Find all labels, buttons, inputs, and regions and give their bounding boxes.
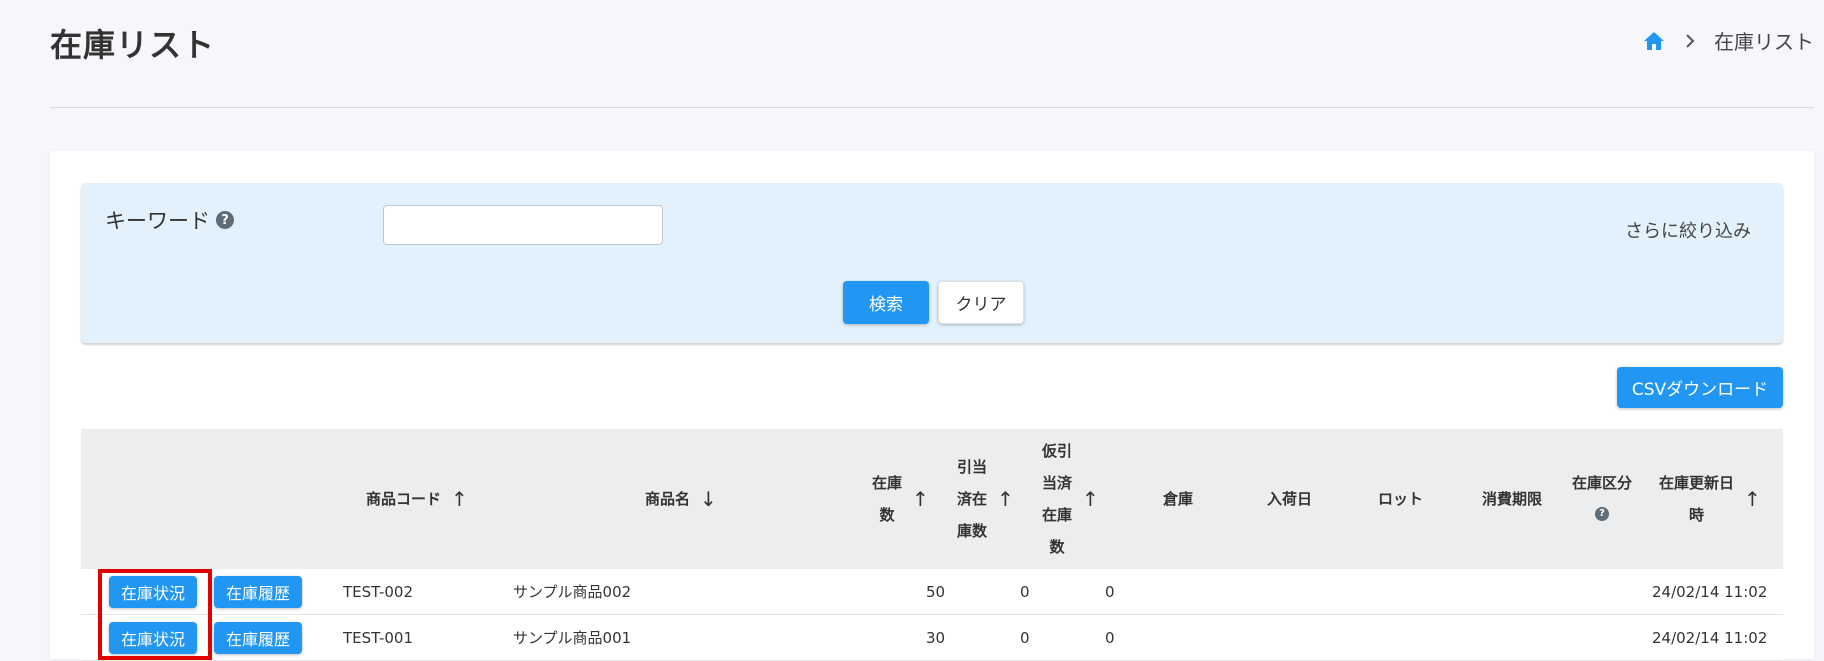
cell-temp: 0 [1105, 582, 1115, 601]
sort-up-icon[interactable]: ↑ [912, 483, 929, 515]
cell-name: サンプル商品001 [513, 629, 632, 647]
th-arrival-date: 入荷日 [1267, 490, 1313, 508]
th-product-code[interactable]: 商品コード ↑ [366, 483, 468, 515]
home-icon[interactable] [1642, 30, 1666, 52]
sort-up-icon[interactable]: ↑ [451, 483, 468, 515]
sort-up-icon[interactable]: ↑ [1744, 483, 1761, 515]
table-row: 在庫状況 在庫履歴 TEST-001 サンプル商品001 30 0 0 24/0… [81, 615, 1783, 661]
sort-up-icon[interactable]: ↑ [997, 483, 1014, 515]
th-allocated-qty[interactable]: 引当 済在 庫数 ↑ [957, 451, 1014, 547]
stock-status-button[interactable]: 在庫状況 [109, 575, 198, 608]
main-card: キーワード ? さらに絞り込み 検索 クリア CSVダウンロード 商品コード ↑… [50, 151, 1814, 661]
th-stock-type: 在庫区分 ? [1572, 474, 1633, 521]
cell-updated: 24/02/14 11:02 [1652, 582, 1768, 601]
sort-up-icon[interactable]: ↑ [1082, 483, 1099, 515]
cell-temp: 0 [1105, 628, 1115, 647]
th-stock-qty[interactable]: 在庫 数 ↑ [872, 467, 929, 531]
page-title: 在庫リスト [50, 26, 216, 64]
help-circle-icon[interactable]: ? [1595, 507, 1609, 521]
cell-code: TEST-001 [343, 628, 413, 647]
inventory-table: 商品コード ↑ 商品名 ↓ 在庫 数 ↑ 引当 済在 庫数 ↑ 仮引 当済 在庫… [81, 429, 1783, 661]
cell-updated: 24/02/14 11:02 [1652, 628, 1768, 647]
breadcrumb: 在庫リスト [1642, 26, 1814, 55]
help-circle-icon[interactable]: ? [216, 211, 234, 229]
cell-stock: 50 [926, 582, 946, 601]
stock-history-button[interactable]: 在庫履歴 [214, 621, 303, 654]
stock-history-button[interactable]: 在庫履歴 [214, 575, 303, 608]
th-warehouse: 倉庫 [1163, 490, 1194, 508]
cell-stock: 30 [926, 628, 946, 647]
header-divider [50, 107, 1814, 108]
breadcrumb-current: 在庫リスト [1714, 30, 1814, 54]
th-updated-at[interactable]: 在庫更新日 時 ↑ [1659, 467, 1761, 531]
th-temp-allocated-qty[interactable]: 仮引 当済 在庫 数 ↑ [1042, 435, 1099, 563]
keyword-label: キーワード ? [105, 205, 234, 235]
csv-download-button[interactable]: CSVダウンロード [1617, 367, 1783, 408]
sort-down-icon[interactable]: ↓ [700, 483, 717, 515]
search-button[interactable]: 検索 [843, 281, 929, 324]
cell-name: サンプル商品002 [513, 583, 632, 601]
th-lot: ロット [1378, 490, 1424, 508]
search-panel: キーワード ? さらに絞り込み 検索 クリア [81, 183, 1783, 343]
more-filters-link[interactable]: さらに絞り込み [1625, 217, 1751, 243]
table-header: 商品コード ↑ 商品名 ↓ 在庫 数 ↑ 引当 済在 庫数 ↑ 仮引 当済 在庫… [81, 429, 1783, 569]
th-product-name[interactable]: 商品名 ↓ [645, 483, 717, 515]
table-row: 在庫状況 在庫履歴 TEST-002 サンプル商品002 50 0 0 24/0… [81, 569, 1783, 615]
keyword-input[interactable] [383, 205, 663, 245]
chevron-right-icon [1684, 32, 1696, 50]
clear-button[interactable]: クリア [938, 281, 1024, 324]
stock-status-button[interactable]: 在庫状況 [109, 621, 198, 654]
cell-code: TEST-002 [343, 582, 413, 601]
cell-allocated: 0 [1020, 582, 1030, 601]
cell-allocated: 0 [1020, 628, 1030, 647]
th-expiry: 消費期限 [1482, 490, 1543, 508]
